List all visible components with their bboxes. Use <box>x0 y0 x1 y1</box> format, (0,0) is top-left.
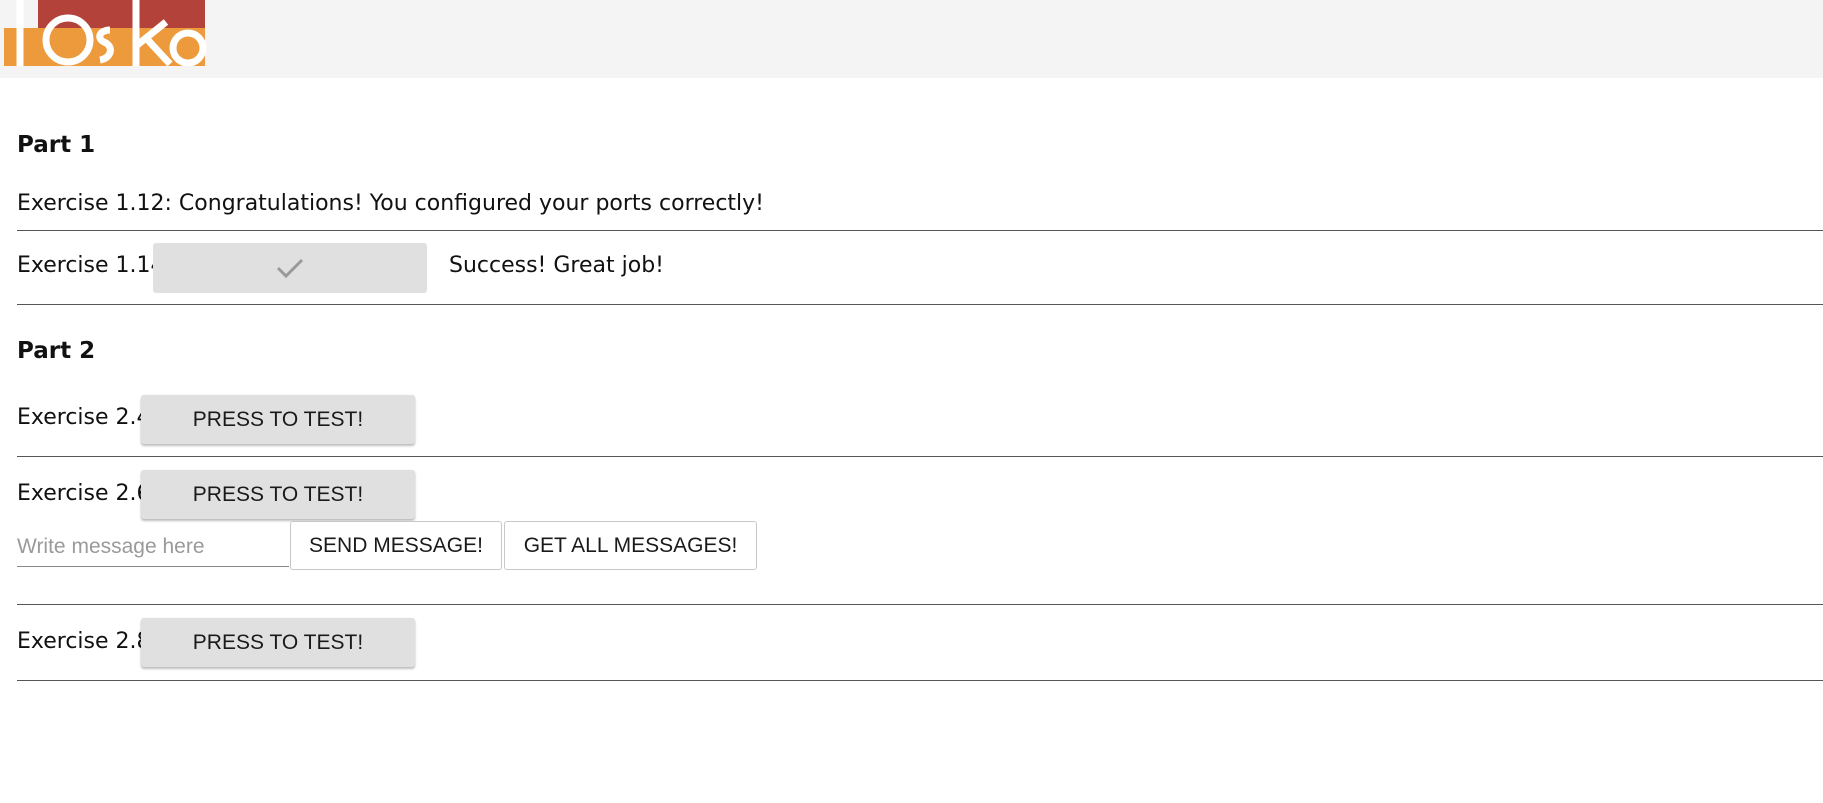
exercise-2-6-test-button[interactable]: PRESS TO TEST! <box>141 470 415 519</box>
exercise-1-14-success-text: Success! Great job! <box>449 253 664 278</box>
divider <box>17 230 1823 231</box>
exercise-2-4-test-button[interactable]: PRESS TO TEST! <box>141 395 415 444</box>
header-bar <box>0 0 1823 78</box>
exercise-2-8-label: Exercise 2.8: <box>17 629 158 654</box>
divider <box>17 604 1823 605</box>
exercise-1-12-status: Exercise 1.12: Congratulations! You conf… <box>17 191 764 216</box>
exercise-2-4-label: Exercise 2.4: <box>17 405 158 430</box>
part1-heading: Part 1 <box>17 132 96 158</box>
exercise-1-14-label: Exercise 1.14: <box>17 253 172 278</box>
exercise-2-6-label: Exercise 2.6: <box>17 481 158 506</box>
divider <box>17 680 1823 681</box>
get-all-messages-button[interactable]: GET ALL MESSAGES! <box>504 521 757 570</box>
exercise-1-14-completed-button[interactable] <box>153 243 427 293</box>
divider <box>17 456 1823 457</box>
divider <box>17 304 1823 305</box>
send-message-button[interactable]: SEND MESSAGE! <box>290 521 502 570</box>
toska-logo <box>0 0 210 66</box>
part2-heading: Part 2 <box>17 338 96 364</box>
message-input[interactable] <box>17 528 289 567</box>
exercise-2-8-test-button[interactable]: PRESS TO TEST! <box>141 618 415 667</box>
checkmark-icon <box>276 258 304 279</box>
